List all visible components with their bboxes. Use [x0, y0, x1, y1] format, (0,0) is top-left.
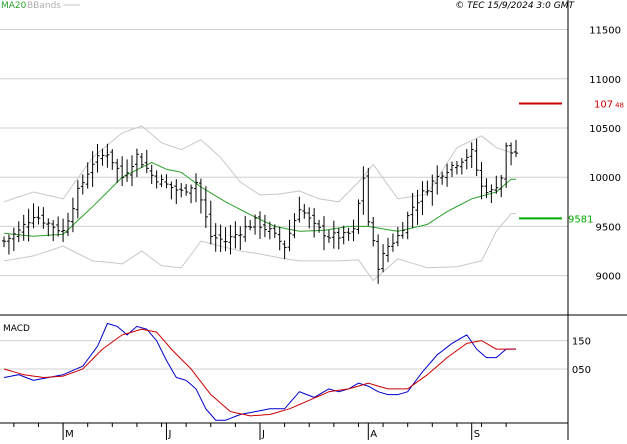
macd-title: MACD: [3, 324, 30, 334]
chart-root: 11500 11000 10500 10000 9500 9000 150 050 107 4…: [0, 0, 627, 440]
resistance-label: 107 48: [594, 100, 624, 111]
resistance-label-main: 107: [594, 100, 613, 111]
legend-bbands: BBands: [27, 1, 61, 11]
chart-background: [0, 0, 627, 440]
timestamp: © TEC 15/9/2024 3:0 GMT: [455, 1, 575, 11]
price-y-tick-label: 9500: [596, 222, 621, 233]
resistance-label-small: 48: [615, 102, 624, 110]
x-tick-label: M: [65, 429, 74, 440]
x-tick-label: J: [261, 429, 265, 440]
price-y-tick-label: 10500: [589, 124, 621, 135]
price-y-tick-label: 11500: [589, 26, 621, 37]
legend-ma20: MA20: [1, 1, 27, 11]
x-tick-label: J: [167, 429, 171, 440]
stock-chart: 11500 11000 10500 10000 9500 9000 150 050 107 4…: [0, 0, 627, 440]
macd-y-tick-label: 050: [572, 365, 591, 376]
price-y-tick-label: 11000: [589, 75, 621, 86]
price-y-tick-label: 9000: [596, 272, 621, 283]
x-tick-label: S: [474, 429, 480, 440]
x-tick-label: A: [370, 429, 377, 440]
macd-y-tick-label: 150: [572, 337, 591, 348]
support-label: 9581: [568, 214, 593, 225]
price-y-tick-label: 10000: [589, 173, 621, 184]
